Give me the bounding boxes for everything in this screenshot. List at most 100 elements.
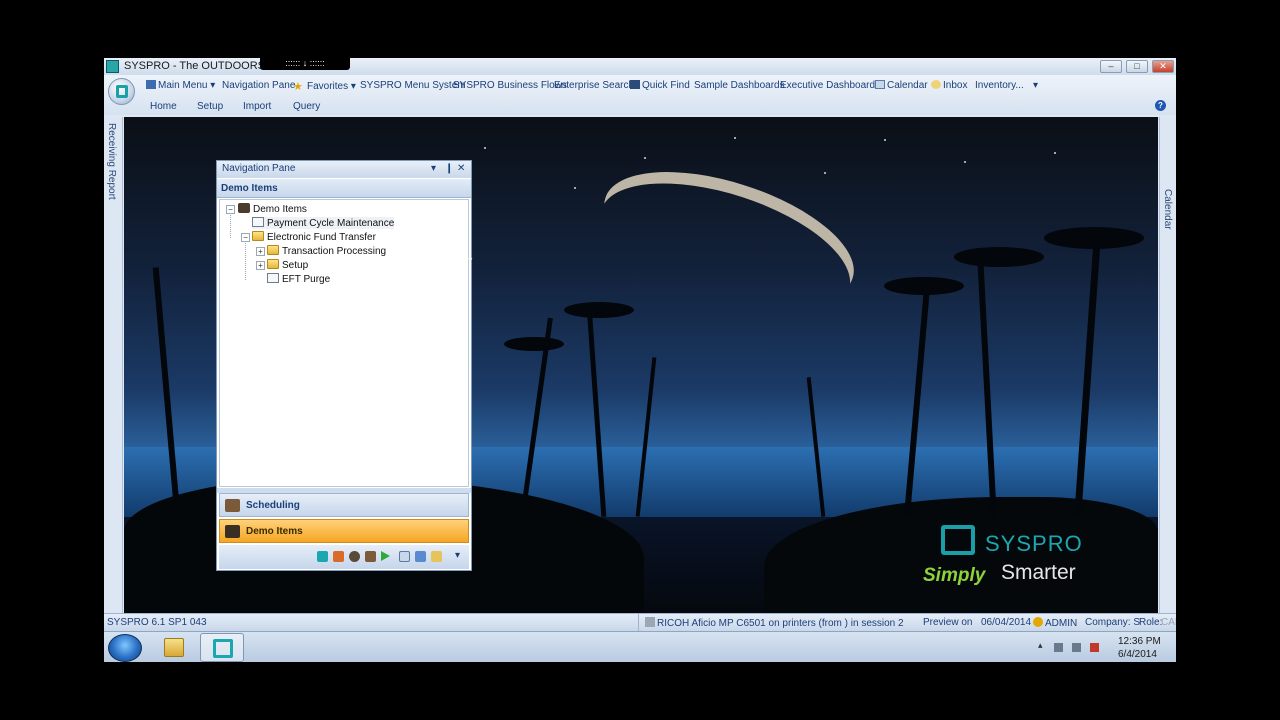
inbox-icon	[931, 80, 941, 89]
status-bar: SYSPRO 6.1 SP1 043 RICOH Aficio MP C6501…	[104, 613, 1176, 632]
factory-icon[interactable]	[365, 551, 376, 562]
main-menu-icon	[146, 80, 156, 89]
logo-simply-text: Simply	[923, 565, 986, 586]
close-icon[interactable]: ✕	[457, 163, 465, 174]
demo-items-group-button[interactable]: Demo Items	[219, 519, 469, 543]
factory-icon	[225, 499, 240, 512]
inbox-icon[interactable]	[431, 551, 442, 562]
toolbar-more-button[interactable]: ▾	[1033, 80, 1038, 91]
chevron-down-icon: ▾	[350, 81, 356, 92]
syspro-logo-icon	[116, 85, 128, 98]
executive-dashboards-button[interactable]: Executive Dashboards	[780, 80, 880, 91]
main-menu-button[interactable]: Main Menu ▾	[146, 80, 215, 91]
remote-session-bar[interactable]: :::::: ↓ ::::::	[260, 58, 350, 70]
scheduling-group-button[interactable]: Scheduling	[219, 493, 469, 517]
syspro-simply-smarter-logo: SYSPRO Simply Smarter	[919, 509, 1109, 604]
clock-time[interactable]: 12:36 PM	[1118, 636, 1161, 647]
star	[884, 139, 886, 141]
tab-setup[interactable]: Setup	[197, 101, 223, 112]
company-date: 06/04/2014	[981, 617, 1032, 628]
sample-dashboards-button[interactable]: Sample Dashboards	[694, 80, 785, 91]
status-bar-right: RICOH Aficio MP C6501 on printers (from …	[638, 614, 1176, 632]
chevron-down-icon: ▾	[210, 80, 216, 91]
start-button[interactable]	[108, 634, 142, 662]
syspro-icon[interactable]	[317, 551, 328, 562]
collapse-icon[interactable]: −	[241, 233, 250, 242]
clock-date[interactable]: 6/4/2014	[1118, 649, 1157, 660]
inbox-button[interactable]: Inbox	[931, 80, 967, 91]
tray-expand-icon[interactable]: ▴	[1038, 640, 1047, 650]
company-status: Company: S	[1085, 617, 1141, 628]
star-icon: ★	[293, 81, 303, 93]
close-button[interactable]: ✕	[1152, 60, 1174, 73]
system-tray: ▴ 12:36 PM 6/4/2014	[1034, 634, 1174, 662]
program-icon	[267, 273, 279, 283]
printer-icon	[645, 617, 655, 627]
syspro-menu-system-button[interactable]: SYSPRO Menu System	[360, 80, 466, 91]
syspro-window: SYSPRO - The OUTDOORS Com :::::: ↓ :::::…	[104, 58, 1176, 662]
folder-icon	[267, 259, 279, 269]
tree-node-setup[interactable]: Setup	[267, 259, 308, 271]
user-status: ADMIN	[1033, 617, 1077, 629]
taskbar-syspro[interactable]	[200, 633, 244, 662]
printer-status: RICOH Aficio MP C6501 on printers (from …	[645, 617, 904, 629]
documents-icon[interactable]	[415, 551, 426, 562]
calendar-button[interactable]: Calendar	[875, 80, 928, 91]
expand-icon[interactable]: +	[256, 247, 265, 256]
logo-syspro-text: SYSPRO	[985, 531, 1083, 556]
navigation-pane-button[interactable]: Navigation Pane	[222, 80, 295, 91]
star	[574, 187, 576, 189]
chevron-down-icon[interactable]: ▾	[455, 550, 460, 561]
tab-home[interactable]: Home	[150, 101, 177, 112]
nav-group-label: Demo Items	[221, 183, 278, 194]
tree-node-payment-cycle-maintenance[interactable]: Payment Cycle Maintenance	[252, 217, 395, 229]
network-icon[interactable]	[1072, 643, 1081, 652]
quick-find-button[interactable]: Quick Find	[630, 80, 690, 91]
flow-icon[interactable]	[349, 551, 360, 562]
folder-icon	[252, 231, 264, 241]
calendar-icon[interactable]	[399, 551, 410, 562]
calendar-tab[interactable]: Calendar	[1162, 189, 1173, 230]
moon	[588, 146, 869, 331]
palm-fronds	[1044, 227, 1144, 249]
expand-icon[interactable]: +	[256, 261, 265, 270]
taskbar-explorer[interactable]	[152, 633, 196, 662]
minimize-button[interactable]: –	[1100, 60, 1122, 73]
syspro-app-icon	[106, 60, 119, 73]
star	[484, 147, 486, 149]
play-icon[interactable]	[381, 551, 390, 561]
syspro-orb-button[interactable]	[108, 78, 135, 105]
chart-icon[interactable]	[333, 551, 344, 562]
pin-icon[interactable]: ❙	[445, 163, 453, 174]
volume-muted-icon[interactable]	[1090, 643, 1099, 652]
collapse-icon[interactable]: −	[226, 205, 235, 214]
caps-indicator: CAP	[1161, 617, 1176, 628]
enterprise-search-button[interactable]: Enterprise Search	[554, 80, 634, 91]
traffic-light-icon	[225, 525, 240, 538]
ribbon: Main Menu ▾ Navigation Pane ★ Favorites ▾…	[104, 75, 1176, 115]
inventory-button[interactable]: Inventory...	[975, 80, 1024, 91]
help-icon[interactable]: ?	[1155, 100, 1166, 111]
tab-import[interactable]: Import	[243, 101, 271, 112]
syspro-icon	[213, 639, 233, 658]
chevron-down-icon[interactable]: ▾	[431, 163, 436, 174]
palm-fronds	[954, 247, 1044, 267]
tree-node-demo-items[interactable]: Demo Items	[238, 203, 307, 215]
right-dock-strip: Calendar	[1159, 117, 1176, 613]
receiving-report-tab[interactable]: Receiving Report	[106, 123, 117, 200]
restore-button[interactable]: □	[1126, 60, 1148, 73]
preview-status: Preview on	[923, 617, 973, 628]
favorites-button[interactable]: ★ Favorites ▾	[293, 80, 356, 93]
navigation-pane-header: Navigation Pane ▾ ❙ ✕	[217, 161, 471, 178]
tree-node-electronic-fund-transfer[interactable]: Electronic Fund Transfer	[252, 231, 376, 243]
flag-icon[interactable]	[1054, 643, 1063, 652]
edit-icon	[252, 217, 264, 227]
tab-query[interactable]: Query	[293, 101, 320, 112]
nav-pane-toolbar: ▾	[219, 545, 469, 569]
tree-node-transaction-processing[interactable]: Transaction Processing	[267, 245, 386, 257]
folder-icon	[164, 638, 184, 657]
tree-node-eft-purge[interactable]: EFT Purge	[267, 273, 330, 285]
taskbar: ▴ 12:36 PM 6/4/2014	[104, 631, 1176, 662]
business-flows-button[interactable]: SYSPRO Business Flows	[453, 80, 567, 91]
navigation-pane-title: Navigation Pane	[222, 163, 296, 174]
